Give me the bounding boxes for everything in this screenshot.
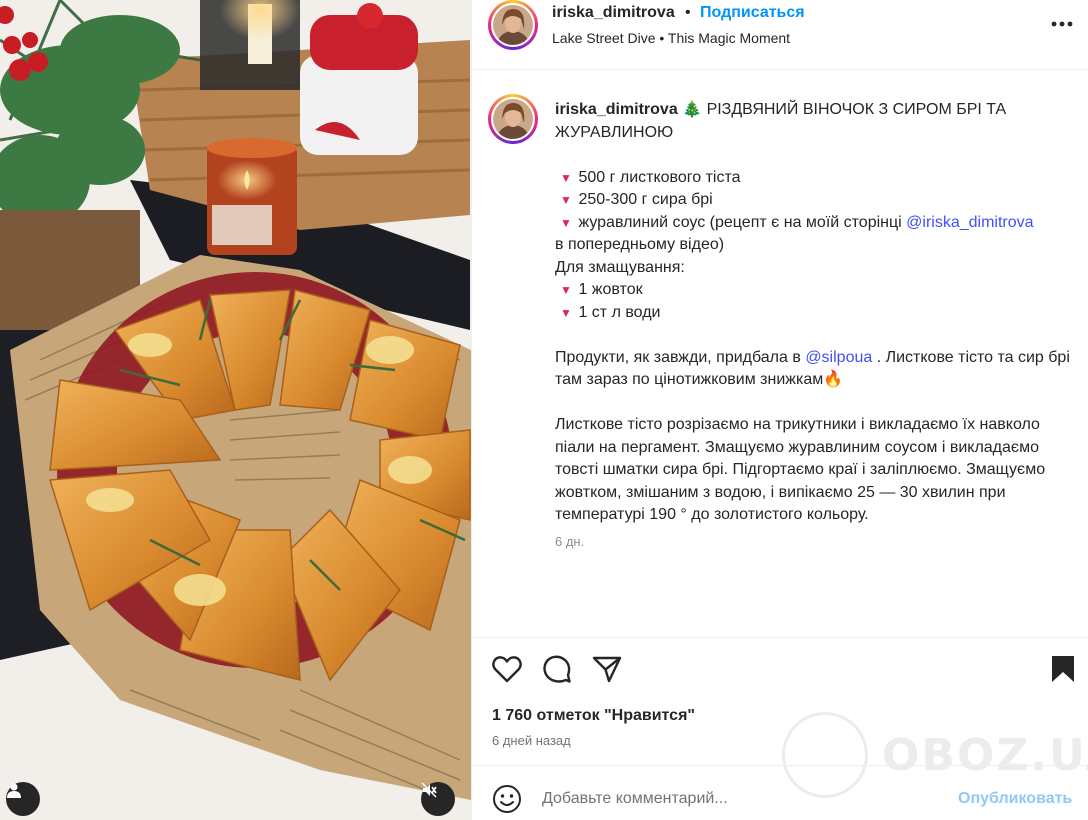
user-icon [7, 783, 21, 798]
likes-count[interactable]: 1 760 отметок "Нравится" [492, 707, 695, 725]
tree-emoji: 🎄 [682, 101, 703, 118]
mute-button[interactable] [421, 782, 455, 816]
more-options-button[interactable] [1048, 10, 1076, 38]
avatar[interactable] [488, 0, 538, 50]
comment-button[interactable] [540, 652, 574, 686]
heart-icon [492, 656, 522, 683]
bookmark-icon [1052, 656, 1074, 682]
follow-button[interactable]: Подписаться [700, 4, 805, 22]
bullet-icon: ▼ [560, 170, 572, 185]
emoji-icon [493, 785, 521, 813]
mute-icon [421, 782, 437, 798]
post-media[interactable] [0, 0, 471, 820]
caption-time[interactable]: 6 дн. [555, 531, 1080, 554]
bullet-icon: ▼ [560, 215, 572, 230]
separator-dot: • [685, 4, 691, 21]
post-header: iriska_dimitrova • Подписаться Lake Stre… [472, 0, 1088, 70]
bullet-icon: ▼ [560, 283, 572, 297]
more-icon [1051, 21, 1073, 27]
user-tag-button[interactable] [6, 782, 40, 816]
steps-paragraph: Листкове тісто розрізаємо на трикутники … [555, 416, 1046, 523]
comment-icon [543, 655, 571, 683]
greasing-item: ▼ 1 жовток [555, 279, 1080, 302]
caption-avatar[interactable] [488, 94, 538, 144]
avatar-image [493, 99, 533, 139]
like-button[interactable] [490, 652, 524, 686]
sauce-tail: в попередньому відео) [555, 236, 725, 253]
mention-link[interactable]: @silpoua [805, 349, 872, 366]
publish-button[interactable]: Опубликовать [958, 790, 1072, 808]
greasing-label: Для змащування: [555, 258, 685, 276]
header-username[interactable]: iriska_dimitrova [552, 4, 675, 22]
caption-username[interactable]: iriska_dimitrova [555, 101, 678, 118]
caption-text: iriska_dimitrova 🎄 РІЗДВЯНИЙ ВІНОЧОК З С… [555, 99, 1080, 553]
wreath-photo [0, 0, 471, 820]
ingredient-item: ▼ журавлиний соус (рецепт є на моїй стор… [555, 212, 1080, 235]
share-button[interactable] [590, 652, 624, 686]
mention-link[interactable]: @iriska_dimitrova [906, 214, 1033, 231]
emoji-button[interactable] [492, 784, 522, 814]
comment-bar: Опубликовать [472, 765, 1088, 820]
save-button[interactable] [1046, 652, 1080, 686]
avatar-image [493, 5, 533, 45]
bullet-icon: ▼ [560, 193, 572, 207]
caption-section: iriska_dimitrova 🎄 РІЗДВЯНИЙ ВІНОЧОК З С… [472, 71, 1088, 636]
ingredient-item: ▼ 500 г листкового тіста [555, 167, 1080, 190]
music-link[interactable]: Lake Street Dive • This Magic Moment [552, 30, 790, 46]
posted-time: 6 дней назад [492, 733, 571, 748]
bullet-icon: ▼ [560, 305, 572, 320]
comment-input[interactable] [542, 786, 942, 812]
post-panel: iriska_dimitrova • Подписаться Lake Stre… [471, 0, 1088, 820]
greasing-item: ▼ 1 ст л води [555, 302, 1080, 325]
products-paragraph: Продукти, як завжди, придбала в @silpoua… [555, 348, 1070, 389]
fire-emoji: 🔥 [823, 371, 844, 388]
share-icon [592, 656, 622, 683]
ingredient-item: ▼ 250-300 г сира брі [555, 189, 1080, 212]
